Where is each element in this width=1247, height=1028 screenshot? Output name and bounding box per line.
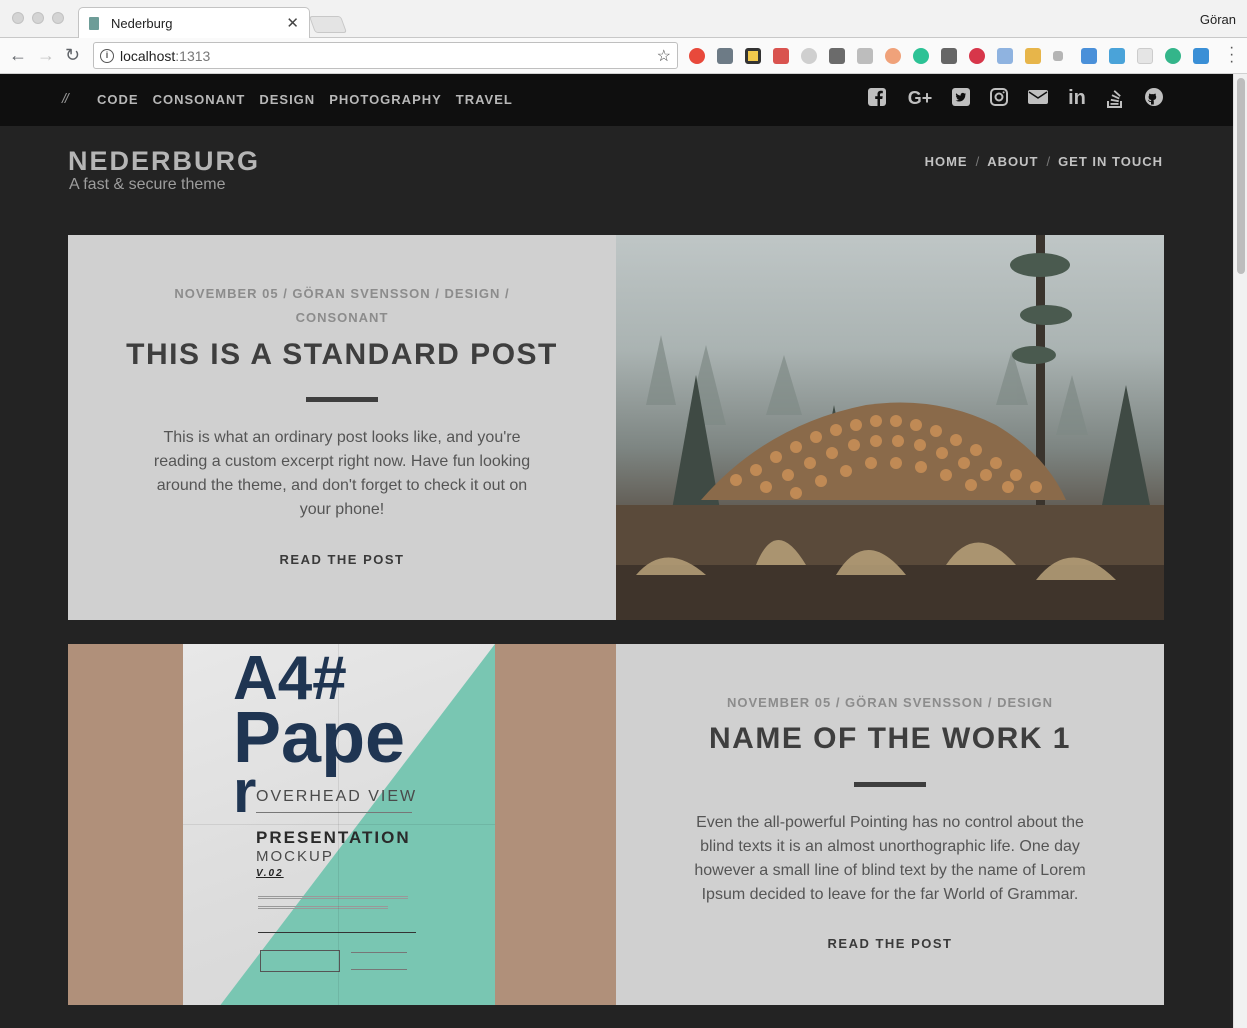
post-text-panel: NOVEMBER 05 / GÖRAN SVENSSON / DESIGN / …	[68, 235, 616, 620]
extension-icon[interactable]	[689, 48, 705, 64]
calendar-extension-icon[interactable]	[773, 48, 789, 64]
extension-icon[interactable]	[1193, 48, 1209, 64]
extension-icon[interactable]	[1109, 48, 1125, 64]
mockup-heading-line: r	[233, 758, 257, 825]
category-link-consonant[interactable]: CONSONANT	[153, 92, 246, 107]
extension-icon[interactable]	[1053, 51, 1063, 61]
nav-link-get-in-touch[interactable]: GET IN TOUCH	[1058, 154, 1163, 169]
extension-icon[interactable]	[745, 48, 761, 64]
title-divider	[306, 397, 378, 402]
site-brand[interactable]: NEDERBURG	[68, 146, 260, 177]
mockup-rule	[256, 812, 412, 813]
twitter-icon[interactable]	[950, 87, 972, 109]
browser-toolbar: ← → ↻ i localhost:1313 ☆ · · ·	[0, 38, 1247, 74]
page-viewport: // CODE CONSONANT DESIGN PHOTOGRAPHY TRA…	[0, 74, 1233, 1028]
category-link-design[interactable]: DESIGN	[259, 92, 315, 107]
post-text-panel: NOVEMBER 05 / GÖRAN SVENSSON / DESIGN NA…	[616, 644, 1164, 1005]
post-meta-line: NOVEMBER 05 / GÖRAN SVENSSON / DESIGN /	[174, 286, 510, 301]
mockup-version-label: V.02	[256, 868, 284, 879]
extension-icon[interactable]	[829, 48, 845, 64]
browser-titlebar: Nederburg ✕ Göran	[0, 0, 1247, 39]
mockup-resource-box	[260, 950, 340, 972]
post-meta-line: CONSONANT	[295, 310, 389, 325]
profile-name[interactable]: Göran	[1200, 12, 1236, 27]
post-title[interactable]: NAME OF THE WORK 1	[616, 722, 1164, 756]
mockup-heading-line: Pape	[233, 698, 406, 778]
paper-fold	[183, 824, 495, 825]
browser-tab[interactable]: Nederburg ✕	[78, 7, 310, 39]
extension-icon[interactable]	[801, 48, 817, 64]
post-image-paper-mockup[interactable]: A4# Pape r OVERHEAD VIEW PRESENTATION MO…	[68, 644, 616, 1005]
read-post-link[interactable]: READ THE POST	[68, 552, 616, 567]
mockup-small-print	[351, 952, 407, 970]
github-icon[interactable]	[1143, 87, 1165, 109]
close-window-button[interactable]	[12, 12, 24, 24]
mockup-small-print	[258, 906, 388, 909]
extension-icon[interactable]	[717, 48, 733, 64]
extension-icon[interactable]	[1165, 48, 1181, 64]
extension-icon[interactable]	[885, 48, 901, 64]
instagram-icon[interactable]	[988, 87, 1010, 109]
tab-close-icon[interactable]: ✕	[286, 14, 299, 32]
address-bar[interactable]: i localhost:1313 ☆	[93, 42, 678, 69]
post-title[interactable]: THIS IS A STANDARD POST	[68, 338, 616, 372]
nav-link-about[interactable]: ABOUT	[987, 154, 1038, 169]
url-text: localhost:1313	[120, 48, 211, 64]
post-excerpt: Even the all-powerful Pointing has no co…	[694, 814, 1086, 903]
nav-link-home[interactable]: HOME	[925, 154, 968, 169]
post-excerpt: This is what an ordinary post looks like…	[153, 429, 531, 518]
maximize-window-button[interactable]	[52, 12, 64, 24]
scrollbar-thumb[interactable]	[1237, 78, 1245, 274]
category-link-code[interactable]: CODE	[97, 92, 139, 107]
page-scrollbar[interactable]	[1233, 74, 1247, 1028]
extension-icon[interactable]	[1025, 48, 1041, 64]
shield-extension-icon[interactable]	[857, 48, 873, 64]
category-link-travel[interactable]: TRAVEL	[456, 92, 513, 107]
extension-icon[interactable]	[1081, 48, 1097, 64]
paper-mockup: A4# Pape r OVERHEAD VIEW PRESENTATION MO…	[183, 644, 495, 1005]
bookmark-star-icon[interactable]: ☆	[657, 46, 671, 66]
tab-favicon-icon	[89, 17, 99, 30]
forward-icon[interactable]: →	[37, 44, 55, 66]
mockup-overhead-label: OVERHEAD VIEW	[256, 788, 418, 805]
reload-icon[interactable]: ↻	[65, 44, 80, 66]
title-divider	[854, 782, 926, 787]
pinterest-extension-icon[interactable]	[969, 48, 985, 64]
post-card: NOVEMBER 05 / GÖRAN SVENSSON / DESIGN / …	[68, 235, 1164, 620]
back-icon[interactable]: ←	[9, 44, 27, 66]
nav-separator: /	[1046, 154, 1051, 169]
mockup-presentation-label: PRESENTATION	[256, 828, 411, 847]
category-link-photography[interactable]: PHOTOGRAPHY	[329, 92, 442, 107]
browser-menu-icon[interactable]: · · ·	[1229, 40, 1234, 70]
top-bar: // CODE CONSONANT DESIGN PHOTOGRAPHY TRA…	[0, 74, 1233, 126]
grammarly-extension-icon[interactable]	[913, 48, 929, 64]
info-icon[interactable]: i	[100, 49, 114, 63]
site-tagline: A fast & secure theme	[69, 176, 226, 193]
google-plus-icon[interactable]: G+	[904, 87, 936, 109]
main-nav: HOME / ABOUT / GET IN TOUCH	[925, 154, 1163, 169]
category-nav: CODE CONSONANT DESIGN PHOTOGRAPHY TRAVEL	[97, 92, 513, 107]
minimize-window-button[interactable]	[32, 12, 44, 24]
extension-icon[interactable]	[1137, 48, 1153, 64]
extension-icon[interactable]	[941, 48, 957, 64]
tab-title: Nederburg	[111, 16, 173, 31]
mockup-rule	[258, 932, 416, 933]
mockup-mockup-label: MOCKUP	[256, 848, 334, 865]
slashes-logo: //	[62, 90, 69, 106]
stackoverflow-icon[interactable]	[1104, 87, 1126, 109]
post-card: A4# Pape r OVERHEAD VIEW PRESENTATION MO…	[68, 644, 1164, 1005]
mail-icon[interactable]	[1027, 87, 1049, 109]
facebook-icon[interactable]	[866, 87, 888, 109]
mockup-small-print	[258, 896, 408, 899]
post-meta: NOVEMBER 05 / GÖRAN SVENSSON / DESIGN	[727, 695, 1053, 710]
post-image-woodpile[interactable]	[616, 235, 1164, 620]
nav-separator: /	[975, 154, 980, 169]
extension-icon[interactable]	[997, 48, 1013, 64]
post-meta: NOVEMBER 05 / GÖRAN SVENSSON / DESIGN / …	[68, 282, 616, 330]
read-post-link[interactable]: READ THE POST	[616, 936, 1164, 951]
linkedin-icon[interactable]: in	[1066, 87, 1088, 109]
new-tab-button[interactable]	[308, 16, 348, 33]
